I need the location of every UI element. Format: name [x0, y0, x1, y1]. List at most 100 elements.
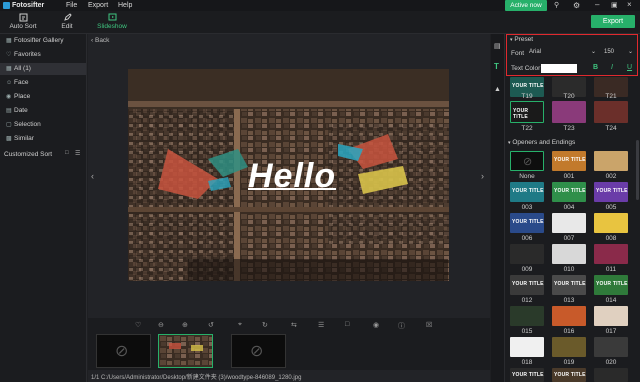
opener-tile-012[interactable]: YOUR TITLE — [510, 275, 544, 295]
key-icon[interactable]: ⚲ — [554, 1, 559, 9]
adjust-icon[interactable]: ☰ — [318, 321, 324, 329]
app-logo-icon — [3, 2, 10, 9]
sidebar-item-gallery[interactable]: ▦ Fotosifter Gallery — [0, 35, 86, 47]
heart-icon: ♡ — [6, 52, 12, 58]
underline-button[interactable]: U — [627, 64, 632, 71]
font-select[interactable]: Arial ⌄ — [527, 48, 599, 58]
grid-icon: ▦ — [6, 66, 12, 72]
tile-text: YOUR TITLE — [596, 281, 628, 287]
rotate-left-icon[interactable]: ↺ — [208, 321, 214, 329]
sidebar-item-place[interactable]: ◉ Place — [0, 91, 86, 103]
preset-header[interactable]: ▾ Preset — [510, 36, 533, 43]
view-icon[interactable]: ◉ — [373, 321, 379, 329]
opener-tile-006[interactable]: YOUR TITLE — [510, 213, 544, 233]
opener-tile-015[interactable] — [510, 306, 544, 326]
prev-arrow-icon[interactable]: ‹ — [91, 171, 94, 181]
opener-tile-none[interactable]: ⊘ — [510, 151, 544, 171]
favorite-icon[interactable]: ♡ — [135, 321, 141, 329]
opener-label: 017 — [605, 328, 617, 335]
openers-header[interactable]: ▾ Openers and Endings — [508, 139, 575, 146]
add-folder-icon[interactable]: □ — [65, 150, 69, 156]
opener-label: 004 — [563, 204, 575, 211]
edit-label: Edit — [61, 23, 73, 30]
slideshow-label: Slideshow — [97, 23, 127, 30]
slide-thumbnail-empty[interactable]: ⊘ — [96, 334, 151, 368]
none-icon: ⊘ — [523, 156, 533, 168]
opener-tile-010[interactable] — [552, 244, 586, 264]
tile-label: T23 — [563, 125, 575, 132]
layout-icon[interactable]: ▤ — [494, 42, 501, 50]
opener-label: 013 — [563, 297, 575, 304]
slide-thumbnail-selected[interactable] — [158, 334, 213, 368]
sidebar-item-favorites[interactable]: ♡ Favorites — [0, 49, 86, 61]
settings-icon[interactable]: ⚙ — [573, 1, 580, 10]
rotate-icon[interactable]: ↻ — [262, 321, 268, 329]
export-button[interactable]: Export — [591, 15, 635, 28]
opener-tile-014[interactable]: YOUR TITLE — [594, 275, 628, 295]
sidebar-item-similar[interactable]: ▩ Similar — [0, 133, 86, 145]
opener-tile-next[interactable]: YOUR TITLE — [510, 368, 544, 382]
opener-tile-011[interactable] — [594, 244, 628, 264]
back-link[interactable]: ‹ Back — [91, 37, 109, 44]
opener-tile-016[interactable] — [552, 306, 586, 326]
zoom-in-icon[interactable]: ⊕ — [182, 321, 188, 329]
slide-thumbnail-empty[interactable]: ⊘ — [231, 334, 286, 368]
menu-export[interactable]: Export — [88, 2, 108, 9]
opener-tile-013[interactable]: YOUR TITLE — [552, 275, 586, 295]
slideshow-button[interactable]: Slideshow — [93, 13, 131, 30]
edit-button[interactable]: Edit — [55, 13, 79, 30]
opener-tile-019[interactable] — [552, 337, 586, 357]
bold-button[interactable]: B — [593, 64, 598, 71]
font-size-select[interactable]: 150 ⌄ — [602, 48, 636, 58]
panel-icon-column: ▤ T ▲ — [491, 34, 505, 382]
opener-tile-007[interactable] — [552, 213, 586, 233]
title-tile-t24[interactable] — [594, 101, 628, 123]
sidebar-item-all[interactable]: ▦ All (1) — [0, 63, 86, 75]
opener-tile-001[interactable]: YOUR TITLE — [552, 151, 586, 171]
opener-tile-004[interactable]: YOUR TITLE — [552, 182, 586, 202]
text-color-swatch[interactable] — [541, 64, 577, 73]
opener-tile-005[interactable]: YOUR TITLE — [594, 182, 628, 202]
opener-tile-020[interactable] — [594, 337, 628, 357]
opener-tile-next[interactable] — [594, 368, 628, 382]
opener-tile-008[interactable] — [594, 213, 628, 233]
scrollbar[interactable] — [636, 140, 639, 200]
calendar-icon: ▤ — [6, 108, 12, 114]
menu-file[interactable]: File — [66, 2, 77, 9]
opener-tile-017[interactable] — [594, 306, 628, 326]
tile-text: YOUR TITLE — [513, 108, 529, 120]
opener-tile-009[interactable] — [510, 244, 544, 264]
opener-tile-018[interactable] — [510, 337, 544, 357]
opener-tile-002[interactable] — [594, 151, 628, 171]
opener-tile-003[interactable]: YOUR TITLE — [510, 182, 544, 202]
flip-icon[interactable]: ⇆ — [291, 321, 297, 329]
minimize-icon[interactable]: – — [595, 0, 599, 9]
text-icon[interactable]: T — [494, 62, 499, 71]
opener-label: 003 — [521, 204, 533, 211]
settings-icon[interactable]: ☰ — [75, 150, 80, 157]
maximize-icon[interactable]: ▣ — [611, 1, 618, 9]
close-icon[interactable]: × — [627, 0, 632, 9]
frame-icon[interactable]: □ — [345, 321, 349, 328]
transition-icon[interactable]: ▲ — [494, 86, 501, 93]
title-tile-t22[interactable]: YOUR TITLE — [510, 101, 544, 123]
zoom-out-icon[interactable]: ⊖ — [158, 321, 164, 329]
sidebar-item-date[interactable]: ▤ Date — [0, 105, 86, 117]
crop-icon[interactable]: ⌖ — [238, 321, 242, 329]
active-now-button[interactable]: Active now — [505, 0, 547, 11]
slide-title-text[interactable]: Hello — [248, 157, 336, 196]
slideshow-canvas[interactable]: Hello — [128, 69, 449, 281]
sidebar-item-selection[interactable]: ▢ Selection — [0, 119, 86, 131]
menu-help[interactable]: Help — [118, 2, 132, 9]
italic-button[interactable]: I — [611, 64, 613, 71]
next-arrow-icon[interactable]: › — [481, 171, 484, 181]
opener-tile-next[interactable]: YOUR TITLE — [552, 368, 586, 382]
info-icon[interactable]: ⓘ — [398, 321, 405, 331]
title-tile-t23[interactable] — [552, 101, 586, 123]
delete-icon[interactable]: ☒ — [426, 321, 432, 329]
auto-sort-button[interactable]: Auto Sort — [6, 13, 40, 30]
text-color-label: Text Color — [511, 65, 541, 72]
woodtype-thumbnail — [159, 335, 212, 366]
sidebar-item-face[interactable]: ☺ Face — [0, 77, 86, 89]
customized-sort-header: Customized Sort — [0, 149, 86, 161]
